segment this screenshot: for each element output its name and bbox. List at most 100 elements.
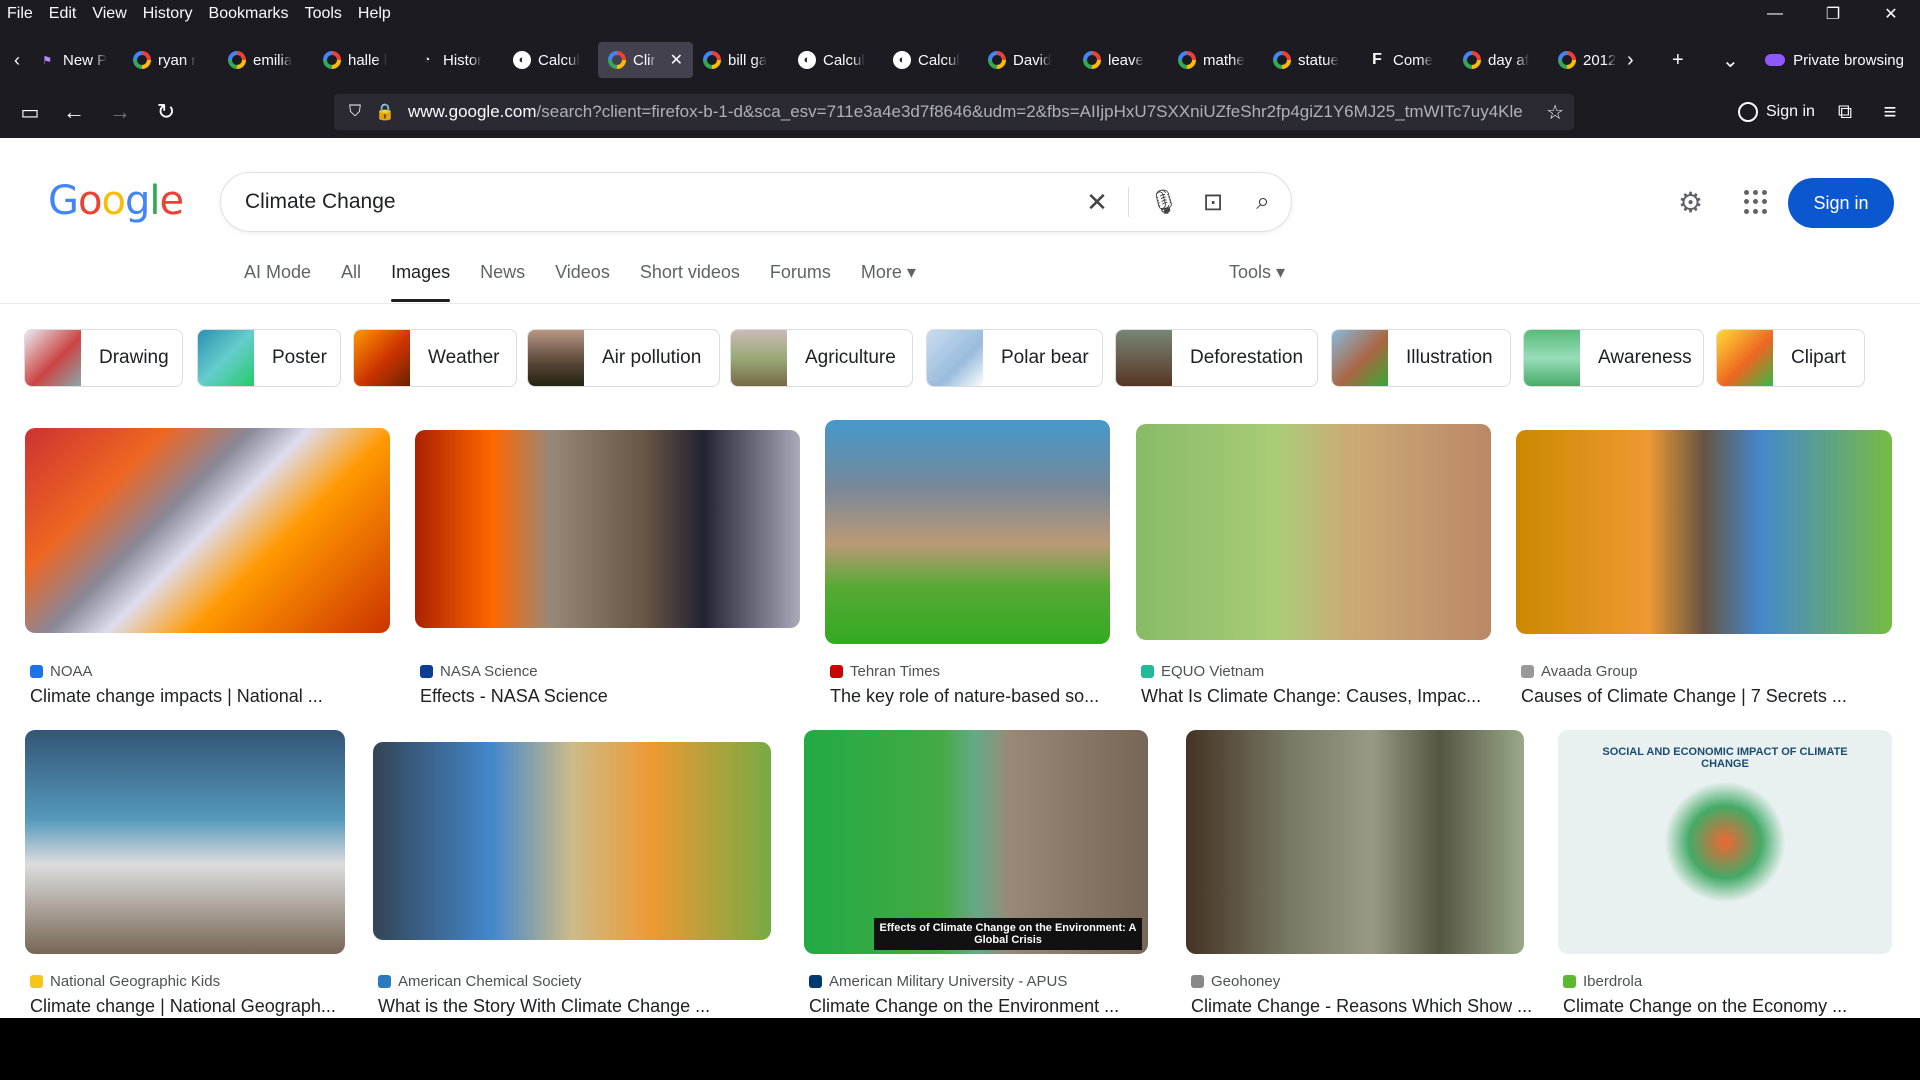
- app-menu-icon[interactable]: ≡: [1870, 90, 1910, 134]
- result-title[interactable]: What Is Climate Change: Causes, Impac...: [1141, 686, 1506, 707]
- chip-clipart[interactable]: Clipart: [1716, 329, 1865, 387]
- tab-ai-mode[interactable]: AI Mode: [244, 262, 311, 302]
- result-source[interactable]: Iberdrola: [1563, 973, 1642, 990]
- browser-tab[interactable]: F Come: [1358, 42, 1453, 78]
- result-image[interactable]: [1186, 730, 1524, 954]
- back-icon[interactable]: ←: [54, 90, 94, 134]
- result-image[interactable]: SOCIAL AND ECONOMIC IMPACT OF CLIMATE CH…: [1558, 730, 1892, 954]
- google-signin-button[interactable]: Sign in: [1788, 178, 1894, 228]
- result-source[interactable]: NOAA: [30, 663, 93, 680]
- menu-item-edit[interactable]: Edit: [41, 5, 85, 23]
- clear-search-icon[interactable]: ✕: [1077, 173, 1117, 231]
- tracking-shield-icon[interactable]: ⛉: [340, 103, 370, 121]
- browser-tab[interactable]: leave: [1073, 42, 1168, 78]
- chip-deforestation[interactable]: Deforestation: [1115, 329, 1318, 387]
- browser-tab[interactable]: ◐ Calcul: [788, 42, 883, 78]
- menu-item-help[interactable]: Help: [350, 5, 399, 23]
- result-image[interactable]: [1516, 430, 1892, 634]
- result-source[interactable]: Geohoney: [1191, 973, 1280, 990]
- result-source[interactable]: American Chemical Society: [378, 973, 581, 990]
- chip-awareness[interactable]: Awareness: [1523, 329, 1704, 387]
- menu-item-tools[interactable]: Tools: [297, 5, 350, 23]
- voice-search-icon[interactable]: 🎙: [1144, 173, 1184, 231]
- result-source[interactable]: EQUO Vietnam: [1141, 663, 1264, 680]
- sidebar-toggle-icon[interactable]: ▭: [10, 90, 50, 134]
- result-title[interactable]: What is the Story With Climate Change ..…: [378, 996, 786, 1017]
- result-image[interactable]: [825, 420, 1110, 644]
- browser-tab[interactable]: David: [978, 42, 1073, 78]
- chip-weather[interactable]: Weather: [353, 329, 517, 387]
- result-source[interactable]: Avaada Group: [1521, 663, 1637, 680]
- tools-button[interactable]: Tools ▾: [1229, 262, 1285, 283]
- menu-item-view[interactable]: View: [84, 5, 134, 23]
- tab-news[interactable]: News: [480, 262, 525, 302]
- url-bar[interactable]: ⛉ 🔒 www.google.com/search?client=firefox…: [334, 94, 1574, 130]
- tab-scroll-right-icon[interactable]: ›: [1627, 39, 1634, 81]
- lens-search-icon[interactable]: ⊡: [1193, 173, 1233, 231]
- tab-short-videos[interactable]: Short videos: [640, 262, 740, 302]
- browser-tab[interactable]: Clir ✕: [598, 42, 693, 78]
- browser-tab[interactable]: day af: [1453, 42, 1548, 78]
- browser-tab[interactable]: ◔ Histor: [408, 42, 503, 78]
- result-title[interactable]: Causes of Climate Change | 7 Secrets ...: [1521, 686, 1907, 707]
- bookmark-star-icon[interactable]: ☆: [1546, 100, 1564, 125]
- result-title[interactable]: Climate change impacts | National ...: [30, 686, 405, 707]
- browser-tab[interactable]: bill ga: [693, 42, 788, 78]
- browser-tab[interactable]: statue: [1263, 42, 1358, 78]
- result-title[interactable]: Climate change | National Geograph...: [30, 996, 360, 1017]
- settings-gear-icon[interactable]: ⚙: [1678, 186, 1703, 219]
- tab-all[interactable]: All: [341, 262, 361, 302]
- result-title[interactable]: The key role of nature-based so...: [830, 686, 1125, 707]
- chip-polar-bear[interactable]: Polar bear: [926, 329, 1103, 387]
- reload-icon[interactable]: ↻: [146, 90, 186, 134]
- menu-item-file[interactable]: File: [0, 5, 41, 23]
- chip-drawing[interactable]: Drawing: [24, 329, 183, 387]
- result-title[interactable]: Climate Change on the Environment ...: [809, 996, 1163, 1017]
- tab-images[interactable]: Images: [391, 262, 451, 302]
- google-apps-icon[interactable]: [1744, 190, 1768, 214]
- tab-forums[interactable]: Forums: [770, 262, 831, 302]
- chip-agriculture[interactable]: Agriculture: [730, 329, 913, 387]
- result-image[interactable]: [25, 730, 345, 954]
- result-title[interactable]: Climate Change - Reasons Which Show ...: [1191, 996, 1539, 1017]
- browser-tab[interactable]: ◐ Calcul: [883, 42, 978, 78]
- result-image[interactable]: Effects of Climate Change on the Environ…: [804, 730, 1148, 954]
- tab-more[interactable]: More ▾: [861, 262, 916, 302]
- chip-illustration[interactable]: Illustration: [1331, 329, 1511, 387]
- browser-tab[interactable]: ryan r: [123, 42, 218, 78]
- close-tab-icon[interactable]: ✕: [670, 50, 683, 70]
- forward-icon[interactable]: →: [100, 90, 140, 134]
- url-text[interactable]: www.google.com/search?client=firefox-b-1…: [408, 102, 1528, 122]
- result-source[interactable]: National Geographic Kids: [30, 973, 220, 990]
- search-icon[interactable]: ⌕: [1243, 173, 1283, 231]
- chip-poster[interactable]: Poster: [197, 329, 341, 387]
- browser-tab[interactable]: mathe: [1168, 42, 1263, 78]
- tab-videos[interactable]: Videos: [555, 262, 610, 302]
- menu-item-bookmarks[interactable]: Bookmarks: [201, 5, 297, 23]
- browser-tab[interactable]: ⚑ New P: [28, 42, 123, 78]
- result-title[interactable]: Climate Change on the Economy ...: [1563, 996, 1907, 1017]
- result-image[interactable]: [415, 430, 800, 628]
- new-tab-icon[interactable]: +: [1672, 39, 1684, 81]
- result-source[interactable]: American Military University - APUS: [809, 973, 1067, 990]
- result-image[interactable]: [373, 742, 771, 940]
- google-logo[interactable]: Google: [48, 178, 184, 224]
- close-window-button[interactable]: ✕: [1862, 0, 1920, 28]
- result-source[interactable]: Tehran Times: [830, 663, 940, 680]
- search-input[interactable]: Climate Change: [245, 190, 396, 214]
- browser-tab[interactable]: emilia: [218, 42, 313, 78]
- result-image[interactable]: [25, 428, 390, 633]
- minimize-button[interactable]: —: [1746, 0, 1804, 28]
- browser-tab[interactable]: halle l: [313, 42, 408, 78]
- result-source[interactable]: NASA Science: [420, 663, 538, 680]
- search-box[interactable]: Climate Change ✕ 🎙 ⊡ ⌕: [220, 172, 1292, 232]
- list-all-tabs-icon[interactable]: ⌄: [1722, 39, 1739, 81]
- result-image[interactable]: [1136, 424, 1491, 640]
- extensions-icon[interactable]: ⧉: [1825, 90, 1865, 134]
- menu-item-history[interactable]: History: [135, 5, 201, 23]
- chip-air-pollution[interactable]: Air pollution: [527, 329, 720, 387]
- result-title[interactable]: Effects - NASA Science: [420, 686, 815, 707]
- firefox-account-button[interactable]: Sign in: [1728, 94, 1825, 130]
- browser-tab[interactable]: ◐ Calcul: [503, 42, 598, 78]
- maximize-button[interactable]: ❐: [1804, 0, 1862, 28]
